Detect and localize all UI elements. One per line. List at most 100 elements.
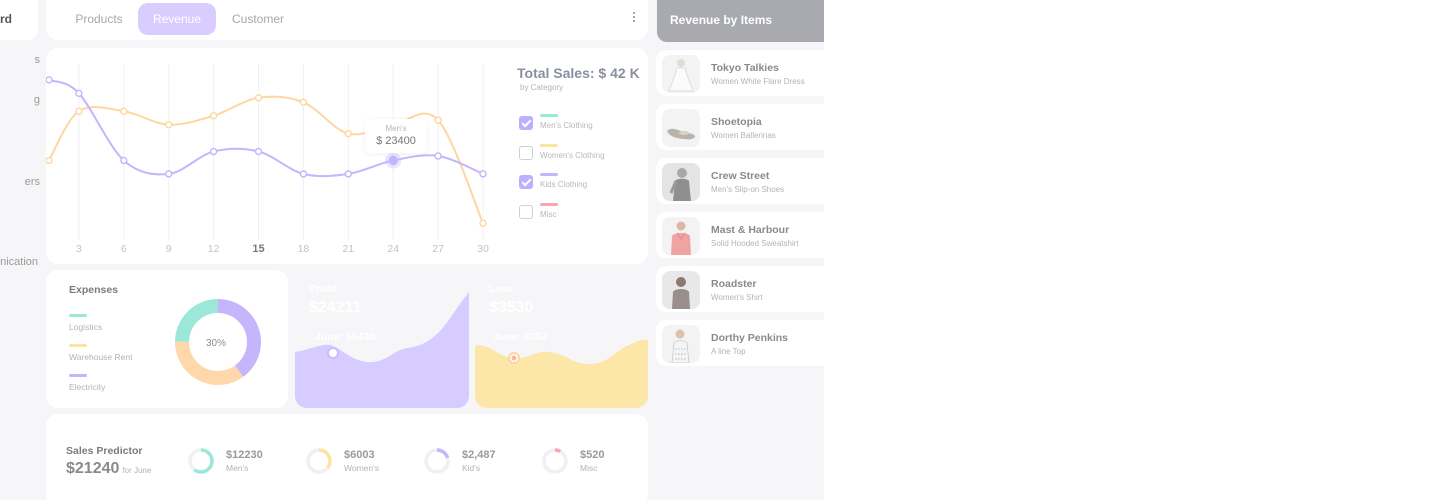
revenue-item-shoetopia[interactable]: Shoetopia Women Ballerinas [656,104,824,150]
expense-item-electricity: Electricity [69,374,105,392]
person-icon [662,163,700,201]
legend-swatch [69,374,87,377]
data-point[interactable] [209,147,218,156]
revenue-item-roadster[interactable]: Roadster Women's Shirt [656,266,824,312]
checkbox-checked[interactable] [519,116,533,130]
data-point[interactable] [479,170,487,178]
data-point[interactable] [165,170,173,178]
x-tick-label: 6 [121,243,127,255]
profit-value: $24211 [309,299,362,316]
predictor-item: $12230 Men's [186,446,302,476]
data-point[interactable] [344,129,353,138]
sidebar-item-3[interactable]: ers [25,176,40,188]
data-point[interactable] [388,155,398,166]
x-tick-label: 18 [298,243,310,255]
legend-item[interactable]: Men's Clothing [519,113,639,133]
x-tick-label: 12 [208,243,220,255]
progress-ring [306,448,332,474]
predictor-item-label: Women's [344,463,380,473]
expenses-title: Expenses [69,284,119,296]
legend-swatch [540,203,558,206]
legend-swatch [540,114,558,117]
predictor-item-amount: $520 [580,449,605,461]
tooltip-category: Men's [385,124,407,133]
predictor-item: $520 Misc [540,446,656,476]
loss-card: Loss $3530 June: $252 [475,270,648,408]
x-tick-label: 9 [166,243,172,255]
data-point[interactable] [120,156,128,165]
dress-icon [662,55,700,93]
data-point[interactable] [434,152,442,160]
legend-label: Men's Clothing [540,121,593,130]
data-point[interactable] [120,107,128,115]
tab-revenue[interactable]: Revenue [138,3,216,35]
profit-card: Profit $24211 June: $6430 [295,270,469,408]
donut-center-label: 30% [206,338,227,349]
expense-label: Electricity [69,382,106,392]
expense-item-warehouse-rent: Warehouse Rent [69,344,132,362]
revenue-item-desc: Solid Hooded Sweatshirt [711,239,799,248]
checkbox-unchecked[interactable] [519,205,533,219]
data-point[interactable] [344,170,353,178]
predictor-item-label: Men's [226,463,249,473]
x-tick-label: 24 [387,243,399,255]
tab-products[interactable]: Products [64,3,134,35]
profit-june-label: June: $6430 [315,331,376,343]
sweatshirt-icon [662,217,700,255]
revenue-item-crew-street[interactable]: Crew Street Men's Slip-on Shoes [656,158,824,204]
data-point[interactable] [75,107,83,115]
data-point[interactable] [75,89,83,98]
data-point[interactable] [46,156,53,165]
progress-ring [542,448,568,474]
data-point[interactable] [299,170,308,178]
legend-item[interactable]: Kids Clothing [519,172,639,192]
sales-chart-card: 3 6 9 12 15 18 21 24 27 30 Men's $ 23400 Total Sa… [46,48,648,264]
chart-tooltip: Men's $ 23400 [365,119,427,153]
data-point[interactable] [165,120,173,129]
tooltip-value: $ 23400 [376,135,416,147]
revenue-item-desc: Women White Flare Dress [711,77,805,86]
data-point[interactable] [46,76,53,84]
total-sales-subtitle: by Category [520,83,564,92]
legend-swatch [69,344,87,347]
legend-item[interactable]: Women's Clothing [519,143,639,163]
sidebar-brand[interactable]: ard [0,0,38,40]
revenue-item-dorthy-penkins[interactable]: Dorthy Penkins A line Top [656,320,824,366]
revenue-item-desc: Men's Slip-on Shoes [711,185,785,194]
checkbox-unchecked[interactable] [519,146,533,160]
predictor-title: Sales Predictor [66,445,143,457]
predictor-amount: $21240 [66,460,120,477]
legend-swatch [540,144,558,147]
data-point[interactable] [479,219,487,227]
revenue-by-items-panel: Revenue by Items Tokyo Talkies Women Whi… [656,0,824,500]
legend-swatch [69,314,87,317]
data-point[interactable] [209,111,218,120]
top-icon [662,325,700,363]
data-point[interactable] [254,94,263,102]
x-tick-label: 21 [342,243,354,255]
revenue-item-desc: Women Ballerinas [711,131,776,140]
predictor-item-amount: $2,487 [462,449,496,461]
predictor-item-amount: $6003 [344,449,375,461]
sidebar-item-2[interactable]: g [34,94,40,106]
data-point[interactable] [254,147,263,156]
x-tick-label: 27 [432,243,444,255]
data-point[interactable] [299,98,308,106]
revenue-item-mast-harbour[interactable]: Mast & Harbour Solid Hooded Sweatshirt [656,212,824,258]
sidebar-item-1[interactable]: s [35,54,41,66]
revenue-item-tokyo-talkies[interactable]: Tokyo Talkies Women White Flare Dress [656,50,824,96]
more-options-icon[interactable] [632,10,636,28]
revenue-item-desc: Women's Shirt [711,293,763,302]
legend-label: Women's Clothing [540,151,605,160]
data-point[interactable] [434,116,442,124]
tab-customer[interactable]: Customer [222,3,294,35]
progress-ring [188,448,214,474]
legend-item[interactable]: Misc [519,202,639,222]
expense-label: Logistics [69,322,103,332]
revenue-item-name: Mast & Harbour [711,224,790,236]
revenue-item-name: Tokyo Talkies [711,62,779,74]
sidebar-item-4[interactable]: nication [0,256,38,268]
tab-bar: Products Revenue Customer [46,0,648,40]
checkbox-checked[interactable] [519,175,533,189]
expense-label: Warehouse Rent [69,352,133,362]
